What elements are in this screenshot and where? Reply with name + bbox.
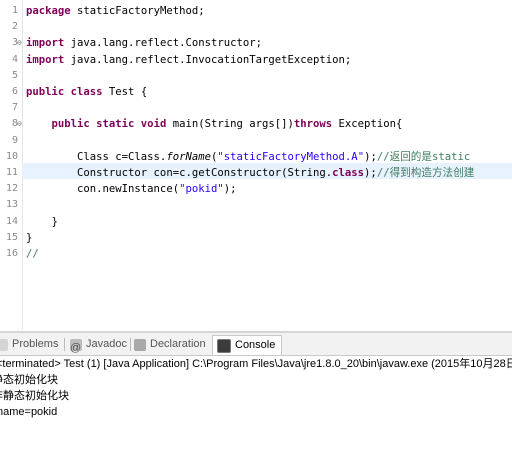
code-line[interactable]: 2 xyxy=(0,19,512,35)
tab-console[interactable]: Console xyxy=(212,335,283,355)
fold-toggle-icon[interactable]: ⊖ xyxy=(17,35,22,51)
console-output-line: 非静态初始化块 xyxy=(0,390,69,402)
code-line[interactable]: 3 ⊖ import java.lang.reflect.Constructor; xyxy=(0,35,512,51)
line-number: 9 xyxy=(11,134,18,146)
line-number: 12 xyxy=(5,183,18,195)
code-text[interactable]: // xyxy=(26,246,39,262)
line-number: 1 xyxy=(11,5,18,16)
line-number: 2 xyxy=(11,21,18,33)
code-line[interactable]: 12 con.newInstance("pokid"); xyxy=(0,181,512,197)
code-line[interactable]: 10 Class c=Class.forName("staticFactoryM… xyxy=(0,149,512,165)
code-line[interactable]: 13 xyxy=(0,197,512,213)
code-line[interactable]: 16 // xyxy=(0,246,512,262)
code-line[interactable]: 1 package staticFactoryMethod; xyxy=(0,3,512,19)
declaration-icon xyxy=(134,338,146,351)
code-text[interactable]: public class Test { xyxy=(26,84,147,100)
console-view[interactable]: <terminated> Test (1) [Java Application]… xyxy=(0,356,512,465)
line-number: 4 xyxy=(11,53,18,65)
line-number: 7 xyxy=(11,102,18,114)
code-text[interactable]: } xyxy=(26,214,58,230)
console-output-line: name=pokid xyxy=(0,406,58,418)
code-text[interactable]: public static void main(String args[])th… xyxy=(26,116,403,132)
code-text[interactable]: con.newInstance("pokid"); xyxy=(26,181,236,197)
line-number: 8 xyxy=(11,118,18,130)
line-number: 6 xyxy=(11,86,18,97)
code-line[interactable]: 9 xyxy=(0,133,512,149)
javadoc-icon: @ xyxy=(70,338,82,354)
code-line[interactable]: 8 ⊖ public static void main(String args[]… xyxy=(0,116,512,132)
code-editor[interactable]: 1 package staticFactoryMethod; 2 3 ⊖ import j… xyxy=(0,0,512,330)
console-status: <terminated> Test (1) [Java Application]… xyxy=(0,358,512,370)
tab-javadoc-label: Javadoc xyxy=(86,338,127,350)
problems-icon xyxy=(0,338,8,351)
line-number: 10 xyxy=(5,150,18,162)
code-line[interactable]: 14 } xyxy=(0,214,512,230)
fold-toggle-icon[interactable]: ⊖ xyxy=(17,116,22,132)
tab-javadoc[interactable]: @ Javadoc xyxy=(70,335,127,354)
tab-separator xyxy=(64,338,65,351)
code-text[interactable]: import java.lang.reflect.InvocationTarge… xyxy=(26,52,351,68)
tab-console-label: Console xyxy=(235,339,276,351)
code-line[interactable]: 15} xyxy=(0,230,512,246)
line-number: 15 xyxy=(5,231,18,243)
tab-declaration[interactable]: Declaration xyxy=(134,335,206,354)
code-line[interactable]: 4 import java.lang.reflect.InvocationTarg… xyxy=(0,52,512,68)
code-line[interactable]: 11 Constructor con=c.getConstructor(Stri… xyxy=(0,165,512,181)
line-number: 13 xyxy=(5,199,18,211)
line-number: 14 xyxy=(5,215,18,227)
code-line[interactable]: 6 public class Test { xyxy=(0,84,512,100)
tab-problems[interactable]: Problems xyxy=(0,335,58,354)
line-number: 16 xyxy=(5,248,18,259)
line-number: 11 xyxy=(5,167,18,178)
bottom-panel-tabs: Problems @ Javadoc Declaration Console xyxy=(0,333,512,356)
console-icon xyxy=(217,338,231,353)
tab-problems-label: Problems xyxy=(12,338,59,350)
code-line[interactable]: 5 xyxy=(0,68,512,84)
code-text[interactable]: package staticFactoryMethod; xyxy=(26,3,205,19)
line-number: 5 xyxy=(11,69,18,81)
code-line[interactable]: 7 xyxy=(0,100,512,116)
code-text[interactable]: import java.lang.reflect.Constructor; xyxy=(26,35,262,51)
code-text[interactable]: } xyxy=(26,230,32,246)
line-number: 3 xyxy=(11,37,18,49)
tab-separator xyxy=(130,338,131,351)
console-output-line: 静态初始化块 xyxy=(0,374,58,386)
code-text[interactable]: Class c=Class.forName("staticFactoryMeth… xyxy=(26,149,470,165)
code-text[interactable]: Constructor con=c.getConstructor(String.… xyxy=(26,165,474,181)
tab-declaration-label: Declaration xyxy=(150,338,206,350)
